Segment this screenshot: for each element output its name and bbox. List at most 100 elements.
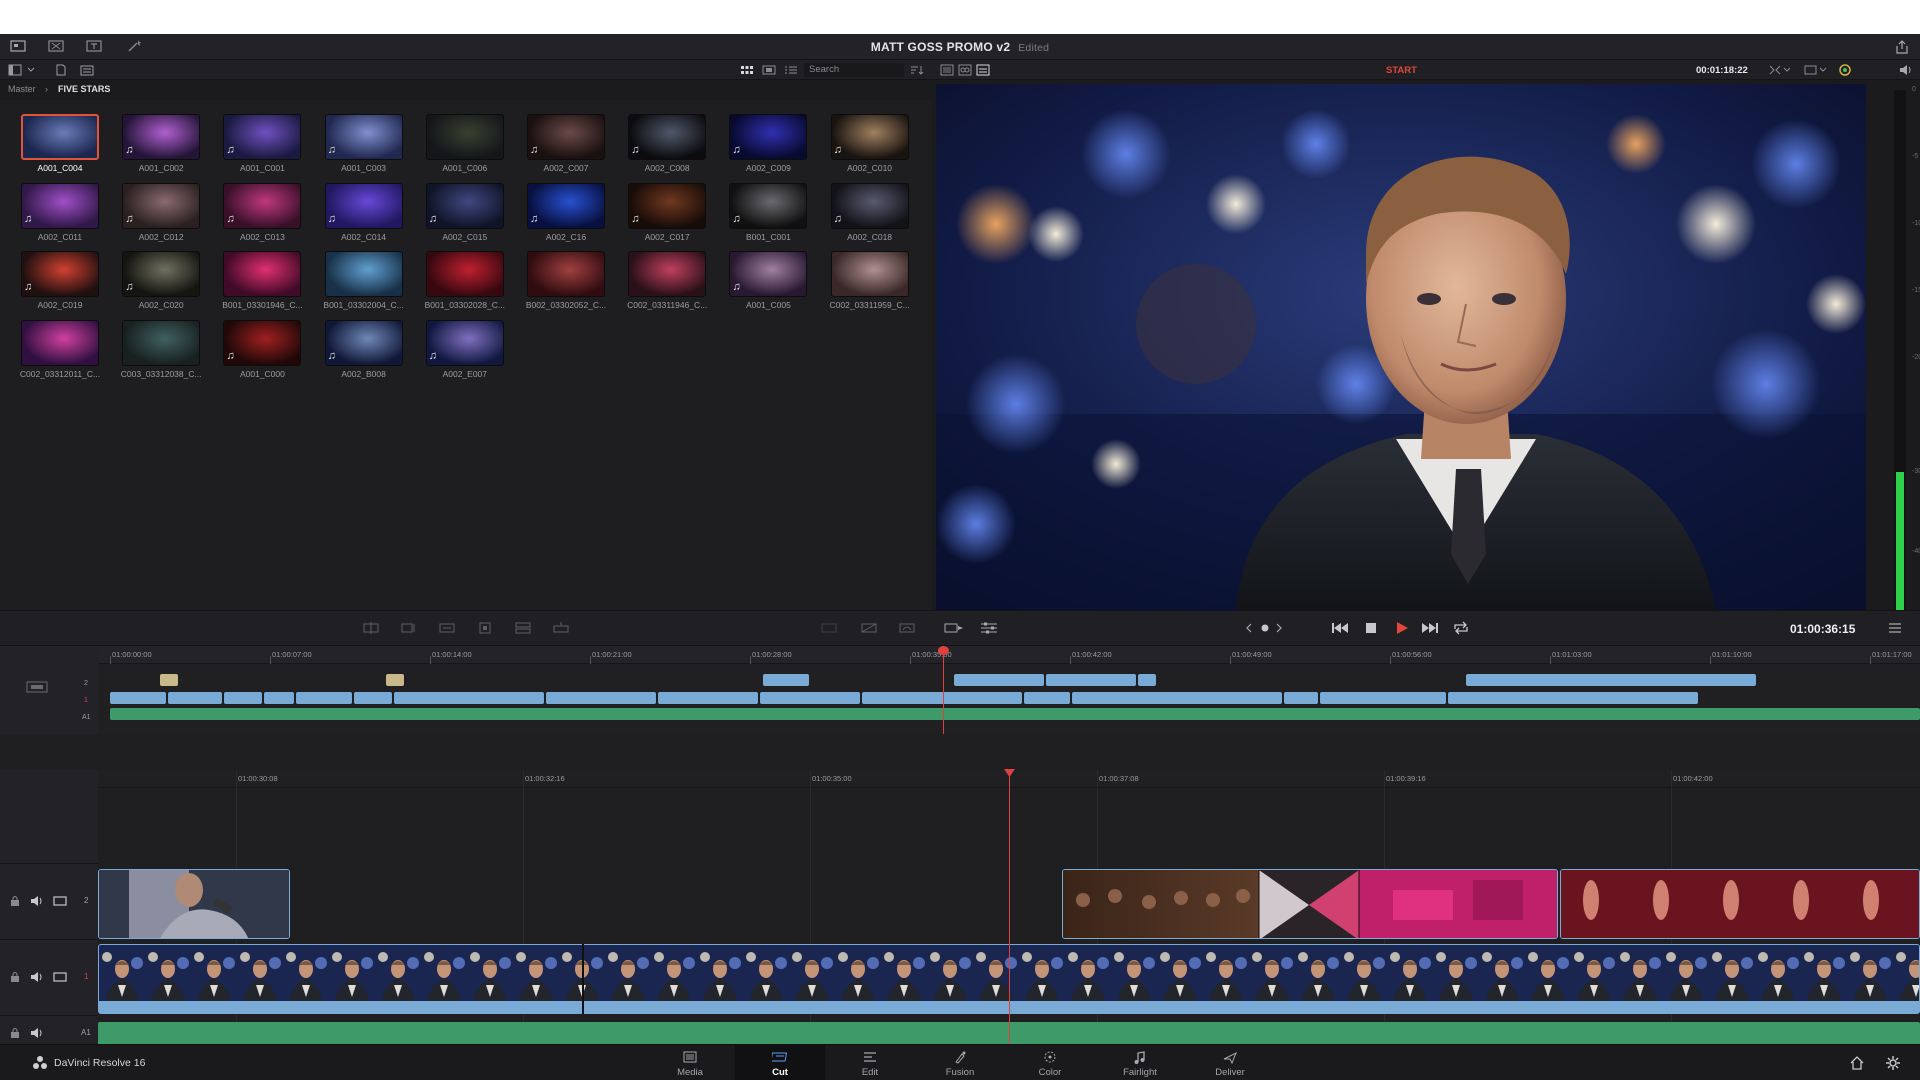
add-marker-icon[interactable] xyxy=(1260,623,1270,633)
upper-clip-v1[interactable] xyxy=(224,692,262,704)
gear-icon[interactable] xyxy=(1886,1056,1900,1070)
media-clip[interactable]: ♫ A002_C009 xyxy=(728,114,808,176)
lock-icon[interactable] xyxy=(10,895,20,907)
play-icon[interactable] xyxy=(1394,620,1410,636)
upper-clip-v1[interactable] xyxy=(862,692,1022,704)
page-tab-media[interactable]: Media xyxy=(645,1045,735,1080)
menu-icon[interactable] xyxy=(1888,622,1902,634)
search-input[interactable]: Search xyxy=(804,63,904,77)
speaker-icon[interactable] xyxy=(30,971,44,983)
upper-clip-v2[interactable] xyxy=(763,674,809,686)
smooth-cut-icon[interactable] xyxy=(898,621,916,635)
media-clip[interactable]: ♫ A002_C019 xyxy=(20,251,100,313)
skip-back-icon[interactable] xyxy=(1330,621,1350,635)
home-icon[interactable] xyxy=(1850,1056,1864,1070)
media-clip[interactable]: ♫ A002_C010 xyxy=(830,114,910,176)
filmstrip-view-icon[interactable] xyxy=(762,64,776,76)
page-tab-fairlight[interactable]: Fairlight xyxy=(1095,1045,1185,1080)
media-clip[interactable]: ♫ A002_C013 xyxy=(222,182,302,245)
upper-clip-v2[interactable] xyxy=(1046,674,1136,686)
media-clip[interactable]: B001_03301946_C... xyxy=(222,251,303,313)
sort-icon[interactable] xyxy=(910,64,924,76)
upper-clip-v1[interactable] xyxy=(658,692,758,704)
media-clip[interactable]: B002_03302052_C... xyxy=(526,251,606,313)
media-clip[interactable]: ♫ A002_E007 xyxy=(425,319,505,382)
upper-clip-v1[interactable] xyxy=(1024,692,1070,704)
upper-clip-v1[interactable] xyxy=(394,692,544,704)
source-tape-icon[interactable] xyxy=(958,64,972,76)
lock-icon[interactable] xyxy=(10,1027,20,1039)
media-clip[interactable]: ♫ A001_C002 xyxy=(121,114,201,176)
color-status-icon[interactable] xyxy=(1838,63,1852,77)
viewer-mode-icon[interactable] xyxy=(944,621,964,635)
media-clip[interactable]: C002_03311959_C... xyxy=(830,251,910,313)
safe-area-icon[interactable] xyxy=(1768,64,1790,76)
list-view-icon[interactable] xyxy=(784,64,798,76)
page-tab-deliver[interactable]: Deliver xyxy=(1185,1045,1275,1080)
media-clip[interactable]: ♫ A001_C003 xyxy=(324,114,404,176)
media-clip[interactable]: ♫ A002_C020 xyxy=(121,251,201,313)
upper-clip-v1[interactable] xyxy=(760,692,860,704)
thumbnail-view-icon[interactable] xyxy=(740,64,754,76)
media-clip[interactable]: ♫ A002_C16 xyxy=(526,182,606,245)
video-monitor-icon[interactable] xyxy=(53,972,67,982)
upper-clip-v1[interactable] xyxy=(546,692,656,704)
upper-clip-area[interactable] xyxy=(98,646,1920,734)
media-clip[interactable]: ♫ A002_B008 xyxy=(324,319,404,382)
stop-icon[interactable] xyxy=(1364,621,1378,635)
timeline-clip-v2[interactable] xyxy=(1560,869,1920,939)
dissolve-icon[interactable] xyxy=(860,621,878,635)
page-tab-cut[interactable]: Cut xyxy=(735,1045,825,1080)
upper-clip-v1[interactable] xyxy=(354,692,392,704)
media-clip[interactable]: ♫ A002_C011 xyxy=(20,182,100,245)
previous-marker-icon[interactable] xyxy=(1244,622,1254,634)
timeline-viewer-icon[interactable] xyxy=(976,64,990,76)
upper-playhead-handle[interactable] xyxy=(938,646,949,655)
append-icon[interactable] xyxy=(400,621,418,635)
upper-playhead[interactable] xyxy=(943,646,944,734)
media-clip[interactable]: ♫ A001_C001 xyxy=(222,114,302,176)
media-clip[interactable]: ♫ A002_C017 xyxy=(627,182,707,245)
viewer-options-icon[interactable] xyxy=(1804,64,1828,76)
loop-icon[interactable] xyxy=(1452,620,1470,636)
media-clip[interactable]: ♫ A002_C012 xyxy=(121,182,201,245)
upper-clip-v1[interactable] xyxy=(110,692,166,704)
media-clip[interactable]: ♫ A002_C015 xyxy=(425,182,505,245)
media-clip[interactable]: C002_03312011_C... xyxy=(20,319,100,382)
media-clip[interactable]: C003_03312038_C... xyxy=(121,319,202,382)
page-tab-color[interactable]: Color xyxy=(1005,1045,1095,1080)
trim-edit-icon[interactable] xyxy=(820,621,838,635)
upper-clip-v1[interactable] xyxy=(1448,692,1698,704)
breadcrumb-root[interactable]: Master xyxy=(8,84,36,94)
playhead-line[interactable] xyxy=(1009,770,1010,1058)
place-on-top-icon[interactable] xyxy=(514,621,532,635)
timeline-clip-v2[interactable] xyxy=(98,869,290,939)
upper-clip-v2[interactable] xyxy=(954,674,1044,686)
breadcrumb-current[interactable]: FIVE STARS xyxy=(58,84,110,94)
upper-clip-v1[interactable] xyxy=(168,692,222,704)
timeline-thumb-icon[interactable] xyxy=(26,680,48,694)
media-clip[interactable]: ♫ A001_C005 xyxy=(728,251,808,313)
media-clip[interactable]: ♫ A001_C000 xyxy=(222,319,302,382)
speaker-icon[interactable] xyxy=(30,895,44,907)
upper-clip-v1[interactable] xyxy=(296,692,352,704)
upper-clip-v1[interactable] xyxy=(1072,692,1282,704)
page-tab-edit[interactable]: Edit xyxy=(825,1045,915,1080)
media-clip[interactable]: C002_03311946_C... xyxy=(627,251,707,313)
upper-clip-a1[interactable] xyxy=(110,708,1920,720)
media-clip[interactable]: A001_C006 xyxy=(425,114,505,176)
chevron-down-icon[interactable] xyxy=(26,64,40,76)
upper-clip-v1[interactable] xyxy=(264,692,294,704)
import-folder-icon[interactable] xyxy=(80,64,94,76)
next-marker-icon[interactable] xyxy=(1274,622,1284,634)
upper-clip-v1[interactable] xyxy=(1284,692,1318,704)
media-clip[interactable]: ♫ A002_C014 xyxy=(324,182,404,245)
media-clip[interactable]: ♫ A002_C008 xyxy=(627,114,707,176)
upper-ruler[interactable]: 01:00:00:00 01:00:07:00 01:00:14:00 01:00:2… xyxy=(98,646,1920,664)
media-clip[interactable]: ♫ B001_C001 xyxy=(728,182,808,245)
smart-insert-icon[interactable] xyxy=(362,621,380,635)
media-clip[interactable]: A001_C004 xyxy=(20,114,100,176)
share-icon[interactable] xyxy=(1894,39,1914,55)
panel-layout-icon[interactable] xyxy=(8,64,22,76)
speaker-icon[interactable] xyxy=(30,1027,44,1039)
